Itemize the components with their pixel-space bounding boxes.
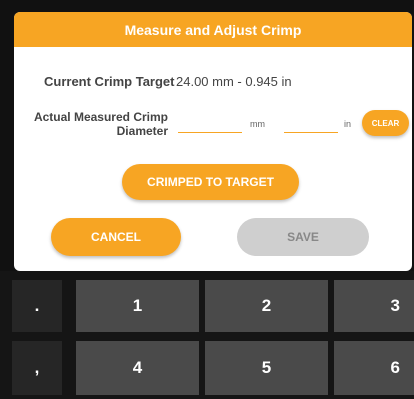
actual-measured-label: Actual Measured Crimp Diameter (28, 110, 168, 138)
key-2[interactable]: 2 (205, 280, 328, 332)
key-4[interactable]: 4 (76, 341, 199, 395)
in-unit-label: in (344, 119, 352, 129)
numeric-keyboard: . 1 2 3 , 4 5 6 (0, 271, 414, 399)
actual-measured-label-line2: Diameter (116, 124, 168, 138)
current-crimp-target-value: 24.00 mm - 0.945 in (176, 74, 292, 89)
save-button[interactable]: SAVE (237, 218, 369, 256)
key-comma[interactable]: , (12, 341, 62, 395)
clear-button[interactable]: CLEAR (362, 110, 409, 136)
measure-crimp-dialog: Measure and Adjust Crimp Current Crimp T… (14, 12, 412, 271)
current-crimp-target-label: Current Crimp Target (44, 74, 175, 89)
key-5[interactable]: 5 (205, 341, 328, 395)
in-input[interactable] (284, 132, 338, 133)
cancel-button[interactable]: CANCEL (51, 218, 181, 256)
key-1[interactable]: 1 (76, 280, 199, 332)
key-6[interactable]: 6 (334, 341, 414, 395)
actual-measured-label-line1: Actual Measured Crimp (33, 110, 168, 124)
key-period[interactable]: . (12, 280, 62, 332)
key-3[interactable]: 3 (334, 280, 414, 332)
crimped-to-target-button[interactable]: CRIMPED TO TARGET (122, 164, 299, 200)
mm-unit-label: mm (250, 119, 265, 129)
mm-input[interactable] (178, 132, 242, 133)
dialog-title: Measure and Adjust Crimp (14, 12, 412, 47)
